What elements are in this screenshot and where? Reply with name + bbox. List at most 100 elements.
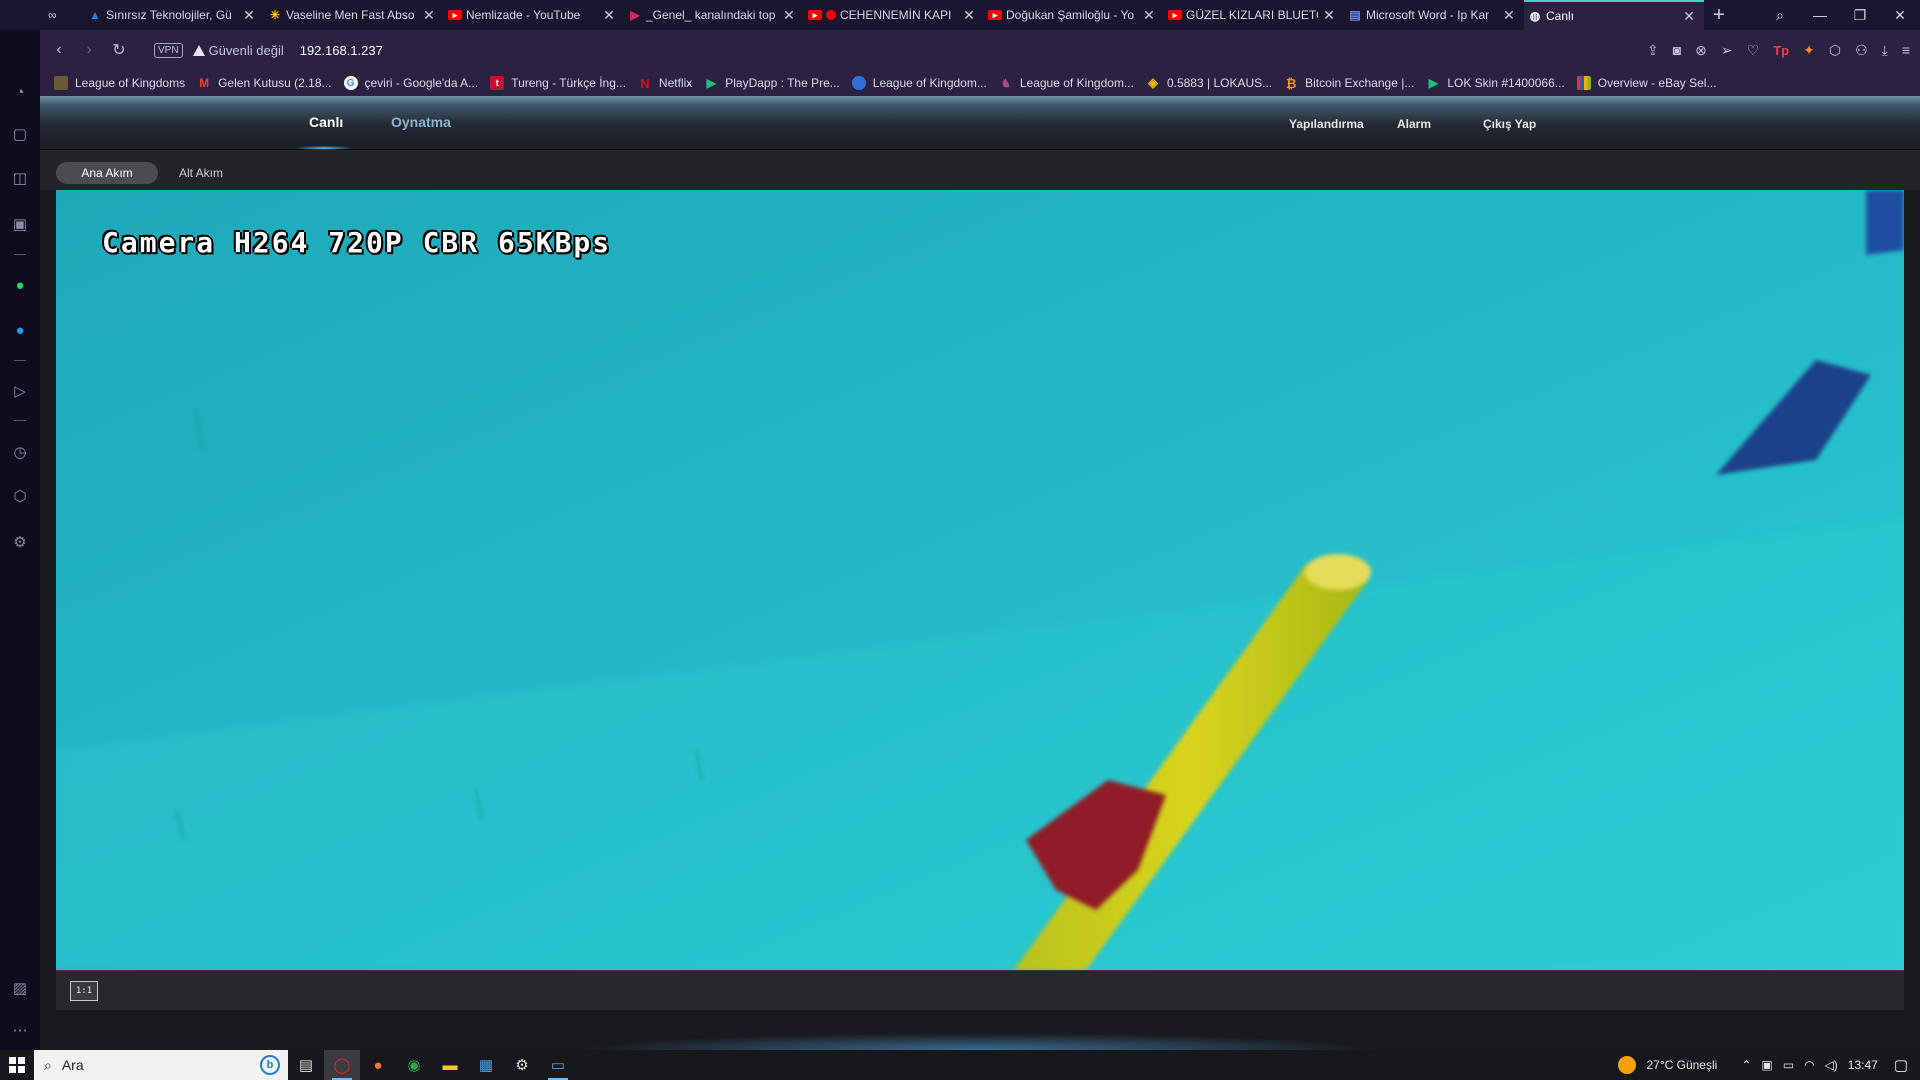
store-icon[interactable]: ▦ bbox=[468, 1050, 504, 1080]
browser-tab[interactable]: ▸ GÜZEL KIZLARI BLUETO ✕ bbox=[1164, 0, 1344, 30]
shopping-bag-icon[interactable]: ▢ bbox=[8, 122, 32, 146]
metamask-icon[interactable]: ✦ bbox=[1803, 42, 1815, 59]
player-icon[interactable]: ▷ bbox=[8, 379, 32, 403]
bookmark-item[interactable]: ▶ PlayDapp : The Pre... bbox=[704, 76, 840, 90]
bing-icon[interactable]: b bbox=[260, 1055, 280, 1075]
close-tab-icon[interactable]: ✕ bbox=[782, 7, 796, 24]
clock-time[interactable]: 13:47 bbox=[1848, 1058, 1878, 1072]
browser-tab[interactable]: ▸ CEHENNEMİN KAPI ✕ bbox=[804, 0, 984, 30]
weather-text[interactable]: 27°C Güneşli bbox=[1646, 1058, 1717, 1072]
bookmark-item[interactable]: ▶ LOK Skin #1400066... bbox=[1426, 76, 1565, 90]
firefox-icon[interactable]: ● bbox=[360, 1050, 396, 1080]
close-tab-icon[interactable]: ✕ bbox=[602, 7, 616, 24]
new-tab-button[interactable]: + bbox=[1704, 0, 1734, 30]
settings-icon[interactable]: ⚙ bbox=[504, 1050, 540, 1080]
profile-icon[interactable]: ⚇ bbox=[1855, 42, 1868, 59]
bookmark-item[interactable]: ◈ 0.5883 | LOKAUS... bbox=[1146, 75, 1272, 90]
heart-icon[interactable]: ♡ bbox=[1747, 42, 1760, 59]
search-placeholder: Ara bbox=[61, 1057, 84, 1073]
security-warning[interactable]: Güvenli değil bbox=[192, 43, 284, 58]
task-view-icon[interactable]: ▤ bbox=[288, 1050, 324, 1080]
chrome-icon[interactable]: ◉ bbox=[396, 1050, 432, 1080]
download-icon[interactable]: ⤓ bbox=[1882, 42, 1888, 59]
aspect-ratio-button[interactable]: 1:1 bbox=[70, 981, 98, 1001]
easy-setup-icon[interactable]: ≡ bbox=[1902, 42, 1910, 58]
close-tab-icon[interactable]: ✕ bbox=[242, 7, 256, 24]
gallery-icon[interactable]: ▨ bbox=[8, 976, 32, 1000]
bookmark-item[interactable]: Overview - eBay Sel... bbox=[1576, 76, 1716, 90]
bookmark-item[interactable]: League of Kingdoms bbox=[54, 76, 185, 90]
vpn-badge[interactable]: VPN bbox=[154, 42, 183, 58]
bookmark-item[interactable]: ₿ Bitcoin Exchange |... bbox=[1284, 76, 1415, 91]
close-tab-icon[interactable]: ✕ bbox=[962, 7, 976, 24]
bookmark-label: Tureng - Türkçe İng... bbox=[511, 76, 626, 90]
alarm-link[interactable]: Alarm bbox=[1397, 117, 1431, 131]
reload-icon[interactable]: ↻ bbox=[104, 40, 134, 60]
logout-link[interactable]: Çıkış Yap bbox=[1483, 117, 1536, 131]
twitch-icon[interactable]: ◫ bbox=[8, 166, 32, 190]
snapshot-icon[interactable]: ◙ bbox=[1673, 42, 1681, 58]
extensions-cube-icon[interactable]: ⬡ bbox=[8, 484, 32, 508]
tab-title: CEHENNEMİN KAPI bbox=[840, 8, 952, 22]
adblock-icon[interactable]: ⊗ bbox=[1695, 42, 1707, 59]
wifi-icon[interactable]: ◠ bbox=[1804, 1058, 1814, 1072]
notifications-icon[interactable]: ▢ bbox=[1894, 1056, 1908, 1074]
taskbar-search[interactable]: ⌕ Ara b bbox=[34, 1050, 288, 1080]
close-tab-icon[interactable]: ✕ bbox=[1142, 7, 1156, 24]
speed-dial-icon[interactable]: ◔ bbox=[8, 80, 32, 104]
back-icon[interactable]: ‹ bbox=[44, 41, 74, 59]
remote-desktop-icon[interactable]: ▭ bbox=[540, 1050, 576, 1080]
browser-sidebar: O ◔ ▢ ◫ ▣ ● ● ▷ ◷ ⬡ ⚙ ▨ ⋯ bbox=[0, 0, 40, 1050]
opensea-icon bbox=[851, 76, 866, 90]
forward-icon[interactable]: › bbox=[74, 41, 104, 59]
close-tab-icon[interactable]: ✕ bbox=[1682, 8, 1696, 25]
crypto-wallet-icon[interactable]: ▣ bbox=[8, 212, 32, 236]
browser-tab[interactable]: ▶ _Genel_ kanalındaki top ✕ bbox=[624, 0, 804, 30]
tab-live[interactable]: Canlı bbox=[309, 114, 343, 130]
bookmark-item[interactable]: M Gelen Kutusu (2.18... bbox=[197, 76, 331, 90]
start-button[interactable] bbox=[0, 1050, 34, 1080]
battery-icon[interactable]: ▭ bbox=[1783, 1058, 1794, 1072]
browser-tab[interactable]: ▸ Nemlizade - YouTube ✕ bbox=[444, 0, 624, 30]
volume-icon[interactable]: ◁) bbox=[1825, 1058, 1838, 1072]
close-tab-icon[interactable]: ✕ bbox=[1502, 7, 1516, 24]
bookmark-item[interactable]: N Netflix bbox=[638, 76, 692, 91]
configuration-link[interactable]: Yapılandırma bbox=[1289, 117, 1364, 131]
bookmarks-bar: League of Kingdoms M Gelen Kutusu (2.18..… bbox=[40, 70, 1920, 96]
browser-tab[interactable]: ✳ Vaseline Men Fast Abso ✕ bbox=[264, 0, 444, 30]
browser-tab[interactable]: ▤ Microsoft Word - Ip Kar ✕ bbox=[1344, 0, 1524, 30]
opera-gx-icon[interactable]: ◯ bbox=[324, 1050, 360, 1080]
meet-now-icon[interactable]: ▣ bbox=[1761, 1058, 1772, 1072]
minimize-icon[interactable]: — bbox=[1800, 0, 1840, 30]
file-explorer-icon[interactable]: ▬ bbox=[432, 1050, 468, 1080]
sub-stream-button[interactable]: Alt Akım bbox=[165, 162, 237, 184]
more-options-icon[interactable]: ⋯ bbox=[8, 1018, 32, 1042]
weather-sun-icon[interactable] bbox=[1618, 1056, 1637, 1074]
bookmark-item[interactable]: League of Kingdom... bbox=[851, 76, 987, 90]
close-window-icon[interactable]: ✕ bbox=[1880, 0, 1920, 30]
settings-gear-icon[interactable]: ⚙ bbox=[8, 530, 32, 554]
send-icon[interactable]: ➢ bbox=[1721, 42, 1733, 59]
translate-extension-icon[interactable]: Tp bbox=[1773, 43, 1789, 58]
bookmark-item[interactable]: Gçeviri - Google'da A... bbox=[343, 76, 478, 90]
restore-icon[interactable]: ❐ bbox=[1840, 0, 1880, 30]
history-icon[interactable]: ◷ bbox=[8, 440, 32, 464]
extensions-icon[interactable]: ⬡ bbox=[1829, 42, 1841, 59]
chevron-up-icon[interactable]: ⌃ bbox=[1741, 1058, 1751, 1072]
main-stream-button[interactable]: Ana Akım bbox=[56, 162, 158, 184]
tab-search-icon[interactable]: ⌕ bbox=[1760, 0, 1800, 30]
twitter-icon[interactable]: ● bbox=[8, 318, 32, 342]
close-tab-icon[interactable]: ✕ bbox=[1322, 7, 1336, 24]
url-field[interactable]: 192.168.1.237 bbox=[300, 43, 383, 58]
close-tab-icon[interactable]: ✕ bbox=[422, 7, 436, 24]
share-icon[interactable]: ⇪ bbox=[1647, 42, 1659, 59]
workspaces-icon[interactable]: ∞ bbox=[48, 8, 57, 22]
bookmark-item[interactable]: t Tureng - Türkçe İng... bbox=[490, 76, 626, 90]
bookmark-item[interactable]: ♞ League of Kingdom... bbox=[999, 76, 1134, 90]
browser-tab[interactable]: ▸ Doğukan Şamiloğlu - Yo ✕ bbox=[984, 0, 1164, 30]
browser-tab-active[interactable]: ◍ Canlı ✕ bbox=[1524, 0, 1704, 30]
tab-playback[interactable]: Oynatma bbox=[391, 114, 451, 130]
browser-tab[interactable]: ▲ Sınırsız Teknolojiler, Gü ✕ bbox=[84, 0, 264, 30]
whatsapp-icon[interactable]: ● bbox=[8, 273, 32, 297]
live-video-view[interactable]: Camera H264 720P CBR 65KBps bbox=[56, 190, 1904, 970]
